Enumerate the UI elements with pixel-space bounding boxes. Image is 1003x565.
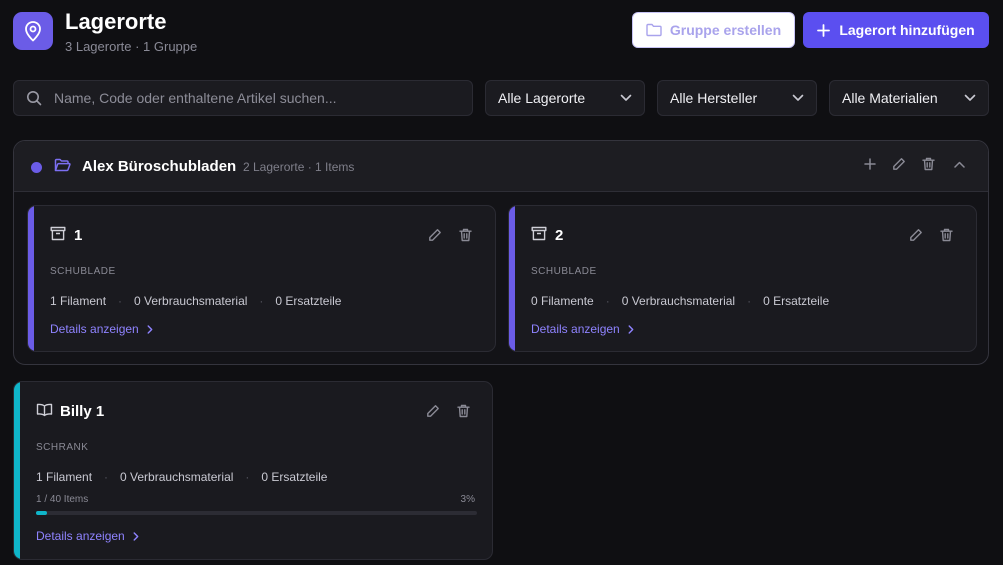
search-icon <box>27 91 42 106</box>
capacity-label: 1 / 40 Items <box>36 494 89 505</box>
group-header[interactable]: Alex Büroschubladen 2 Lagerorte · 1 Item… <box>14 141 988 192</box>
consumables-count: 0 Verbrauchsmaterial <box>134 294 248 308</box>
spare-parts-count: 0 Ersatzteile <box>763 294 830 308</box>
pencil-icon[interactable] <box>909 228 923 242</box>
location-card[interactable]: 2 SCHUBLADE 0 Filamente · 0 Verbrauchsmat… <box>508 205 977 352</box>
trash-icon[interactable] <box>459 228 472 242</box>
archive-box-icon <box>50 226 66 241</box>
pencil-icon[interactable] <box>426 404 440 418</box>
details-link[interactable]: Details anzeigen <box>36 529 139 543</box>
location-card[interactable]: Billy 1 SCHRANK 1 Filament · 0 Verbrauchs… <box>13 381 493 560</box>
capacity-percent: 3% <box>460 494 475 505</box>
details-label: Details anzeigen <box>531 322 620 336</box>
card-title: 1 <box>74 227 83 244</box>
plus-icon <box>817 23 831 37</box>
trash-icon[interactable] <box>922 157 935 171</box>
location-card[interactable]: 1 SCHUBLADE 1 Filament · 0 Verbrauchsmate… <box>27 205 496 352</box>
create-group-label: Gruppe erstellen <box>669 22 782 38</box>
chevron-down-icon <box>792 94 804 101</box>
card-type: SCHUBLADE <box>531 266 597 277</box>
consumables-count: 0 Verbrauchsmaterial <box>120 470 234 484</box>
group-name: Alex Büroschubladen <box>82 158 237 175</box>
chevron-right-icon <box>628 324 634 334</box>
chevron-right-icon <box>133 531 139 541</box>
card-title: 2 <box>555 227 564 244</box>
group-color-dot <box>31 162 42 173</box>
trash-icon[interactable] <box>940 228 953 242</box>
card-stats: 1 Filament · 0 Verbrauchsmaterial · 0 Ersa… <box>50 294 342 308</box>
material-filter-value: Alle Materialien <box>842 90 938 106</box>
archive-box-icon <box>531 226 547 241</box>
filament-count: 1 Filament <box>36 470 93 484</box>
search-bar[interactable] <box>13 80 473 116</box>
add-location-button[interactable]: Lagerort hinzufügen <box>803 12 989 48</box>
details-link[interactable]: Details anzeigen <box>531 322 634 336</box>
folder-icon <box>646 23 662 37</box>
consumables-count: 0 Verbrauchsmaterial <box>621 294 736 308</box>
chevron-down-icon <box>620 94 632 101</box>
card-color-bar <box>14 382 20 559</box>
search-input[interactable] <box>54 90 454 106</box>
card-title: Billy 1 <box>60 403 105 420</box>
card-color-bar <box>509 206 515 351</box>
details-label: Details anzeigen <box>36 529 125 543</box>
location-filter-value: Alle Lagerorte <box>498 90 586 106</box>
page-title: Lagerorte <box>65 9 167 34</box>
add-location-label: Lagerort hinzufügen <box>839 22 975 38</box>
manufacturer-filter-value: Alle Hersteller <box>670 90 758 106</box>
spare-parts-count: 0 Ersatzteile <box>275 294 342 308</box>
pencil-icon[interactable] <box>428 228 442 242</box>
spare-parts-count: 0 Ersatzteile <box>261 470 328 484</box>
material-filter-select[interactable]: Alle Materialien <box>829 80 989 116</box>
manufacturer-filter-select[interactable]: Alle Hersteller <box>657 80 817 116</box>
card-stats: 0 Filamente · 0 Verbrauchsmaterial · 0 Ers… <box>531 294 830 308</box>
location-filter-select[interactable]: Alle Lagerorte <box>485 80 645 116</box>
trash-icon[interactable] <box>457 404 470 418</box>
folder-open-icon <box>54 158 71 172</box>
chevron-up-icon[interactable] <box>954 161 965 168</box>
pencil-icon[interactable] <box>892 157 906 171</box>
group-meta: 2 Lagerorte · 1 Items <box>243 160 355 174</box>
create-group-button[interactable]: Gruppe erstellen <box>632 12 795 48</box>
details-label: Details anzeigen <box>50 322 139 336</box>
location-group: Alex Büroschubladen 2 Lagerorte · 1 Item… <box>13 140 989 365</box>
card-color-bar <box>28 206 34 351</box>
map-pin-icon <box>25 21 41 42</box>
card-type: SCHRANK <box>36 442 89 453</box>
capacity-progress-bar <box>36 511 477 515</box>
page-subtitle: 3 Lagerorte · 1 Gruppe <box>65 39 198 54</box>
chevron-down-icon <box>964 94 976 101</box>
filament-count: 0 Filamente <box>531 294 594 308</box>
app-logo <box>13 12 53 50</box>
capacity-progress-fill <box>36 511 48 515</box>
open-book-icon <box>36 403 53 417</box>
card-stats: 1 Filament · 0 Verbrauchsmaterial · 0 Ersa… <box>36 470 328 484</box>
filament-count: 1 Filament <box>50 294 107 308</box>
chevron-right-icon <box>147 324 153 334</box>
card-type: SCHUBLADE <box>50 266 116 277</box>
details-link[interactable]: Details anzeigen <box>50 322 153 336</box>
plus-icon[interactable] <box>864 158 876 170</box>
